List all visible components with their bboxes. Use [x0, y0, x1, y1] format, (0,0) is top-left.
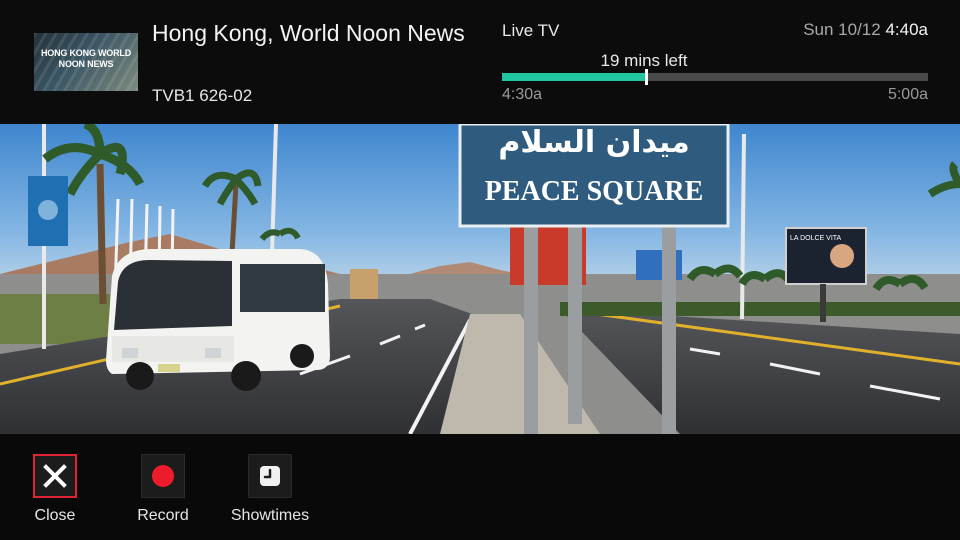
program-thumbnail: HONG KONG WORLD NOON NEWS [34, 33, 138, 91]
clock-date: Sun 10/12 [803, 20, 881, 39]
close-label: Close [34, 507, 76, 524]
showtimes-button[interactable] [248, 454, 292, 498]
minibus [106, 249, 330, 391]
record-label: Record [137, 507, 189, 524]
hedges [560, 302, 960, 316]
grass [0, 294, 110, 344]
billboard-text: LA DOLCE VITA [790, 235, 842, 242]
channel-label: TVB1 626-02 [152, 86, 253, 105]
program-title: Hong Kong, World Noon News [152, 20, 465, 46]
showtimes-label: Showtimes [230, 507, 310, 524]
time-remaining: 19 mins left [600, 51, 688, 70]
program-info-bar: HONG KONG WORLD NOON NEWS Hong Kong, Wor… [0, 0, 960, 124]
showtimes-action[interactable]: Showtimes [215, 454, 325, 525]
action-bar: Close Record Showtimes [0, 434, 960, 540]
close-icon [43, 464, 67, 488]
peace-square-sign: ميدان السلام PEACE SQUARE [458, 124, 730, 228]
sign-english-text: PEACE SQUARE [485, 176, 704, 207]
program-progress-bar [502, 69, 928, 85]
clock: Sun 10/12 4:40a [803, 20, 928, 40]
close-button[interactable] [33, 454, 77, 498]
video-scene: LA DOLCE VITA ميدان السلام PEACE SQUARE [0, 124, 960, 434]
progress-fill [502, 73, 646, 81]
live-tv-label: Live TV [502, 21, 560, 40]
close-action[interactable]: Close [0, 454, 110, 525]
record-icon [152, 465, 174, 487]
program-end-time: 5:00a [887, 86, 928, 103]
sign-arabic-text: ميدان السلام [498, 125, 689, 160]
clock-icon [260, 466, 280, 486]
thumbnail-text: HONG KONG WORLD NOON NEWS [41, 48, 131, 69]
record-button[interactable] [141, 454, 185, 498]
distant-building [350, 269, 378, 299]
clock-time: 4:40a [885, 20, 928, 39]
program-start-time: 4:30a [502, 86, 543, 103]
record-action[interactable]: Record [108, 454, 218, 525]
progress-marker [644, 69, 648, 85]
video-frame[interactable]: LA DOLCE VITA ميدان السلام PEACE SQUARE [0, 124, 960, 434]
